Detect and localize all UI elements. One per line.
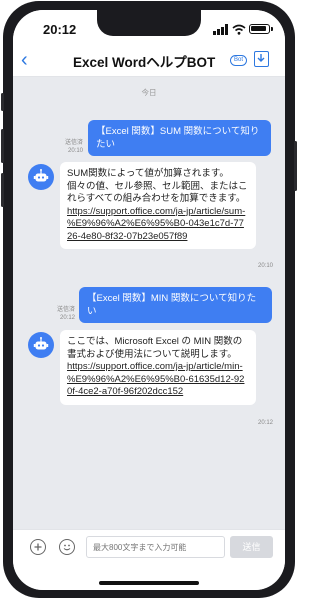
send-button[interactable]: 送信 [230, 536, 273, 558]
sent-status: 送信済 [56, 307, 75, 313]
chat-header: ‹ Excel WordヘルプBOT Bot [13, 44, 285, 77]
outgoing-message: 【Excel 関数】MIN 関数について知りたい [79, 287, 272, 323]
robot-icon [33, 169, 49, 182]
plus-icon[interactable] [30, 539, 46, 555]
message-time: 20:10 [67, 148, 83, 154]
volume-down-button [1, 173, 4, 207]
message-text: SUM関数によって値が加算されます。 個々の値、セル参照、セル範囲、またはこれら… [67, 168, 248, 204]
home-indicator [99, 581, 199, 585]
download-icon[interactable] [254, 51, 269, 67]
power-button [294, 141, 297, 191]
mute-switch [1, 93, 4, 111]
page-title: Excel WordヘルプBOT [73, 55, 216, 70]
message-meta: 送信済 20:12 [47, 306, 75, 322]
message-text: ここでは、Microsoft Excel の MIN 関数の書式および使用法につ… [67, 336, 243, 360]
notch [97, 10, 201, 36]
input-bar: 送信 [13, 529, 285, 590]
battery-icon [249, 24, 273, 34]
message-meta: 送信済 20:10 [55, 139, 83, 155]
incoming-message: SUM関数によって値が加算されます。 個々の値、セル参照、セル範囲、またはこれら… [60, 162, 256, 249]
message-link[interactable]: https://support.office.com/ja-jp/article… [67, 361, 249, 399]
status-time: 20:12 [43, 22, 77, 37]
message-link[interactable]: https://support.office.com/ja-jp/article… [67, 206, 249, 244]
bot-avatar [28, 164, 54, 190]
bot-badge: Bot [230, 55, 248, 66]
emoji-icon[interactable] [59, 539, 75, 555]
message-time: 20:12 [258, 420, 274, 426]
message-input[interactable] [86, 536, 225, 558]
outgoing-message: 【Excel 関数】SUM 関数について知りたい [88, 120, 271, 156]
date-divider: 今日 [141, 88, 157, 97]
bot-avatar [28, 332, 54, 358]
incoming-message: ここでは、Microsoft Excel の MIN 関数の書式および使用法につ… [60, 330, 256, 405]
message-text: 【Excel 関数】MIN 関数について知りたい [87, 293, 257, 317]
status-bar: 20:12 [13, 10, 285, 44]
phone-frame: 20:12 ‹ Excel WordヘルプBOT Bot 今日 送信済 20:1… [1, 1, 297, 598]
chat-area[interactable]: 今日 送信済 20:10 【Excel 関数】SUM 関数について知りたい SU… [13, 77, 285, 529]
sent-status: 送信済 [64, 140, 83, 146]
message-time: 20:12 [59, 315, 75, 321]
back-icon[interactable]: ‹ [21, 49, 28, 72]
signal-icon [213, 24, 228, 35]
message-time: 20:10 [258, 263, 274, 269]
robot-icon [33, 337, 49, 350]
volume-up-button [1, 129, 4, 163]
message-text: 【Excel 関数】SUM 関数について知りたい [96, 126, 260, 150]
screen: 20:12 ‹ Excel WordヘルプBOT Bot 今日 送信済 20:1… [13, 10, 285, 590]
wifi-icon [232, 24, 246, 35]
